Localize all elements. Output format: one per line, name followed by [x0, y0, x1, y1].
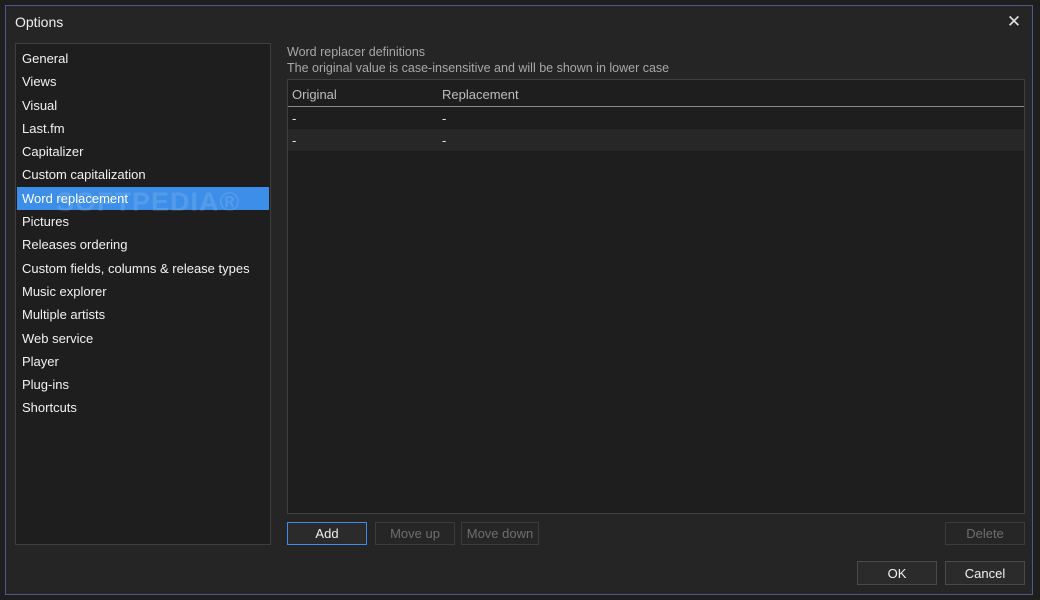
title-bar: Options ✕ [6, 6, 1032, 38]
nav-item-multiple-artists[interactable]: Multiple artists [17, 303, 269, 326]
nav-item-general[interactable]: General [17, 47, 269, 70]
word-replacer-table: Original Replacement - - - - [287, 79, 1025, 514]
cell-original[interactable]: - [292, 133, 296, 148]
dialog-title: Options [15, 14, 64, 30]
nav-item-custom-capitalization[interactable]: Custom capitalization [17, 163, 269, 186]
table-header: Original Replacement [288, 80, 1024, 107]
nav-item-web-service[interactable]: Web service [17, 327, 269, 350]
nav-item-custom-fields[interactable]: Custom fields, columns & release types [17, 257, 269, 280]
nav-item-visual[interactable]: Visual [17, 94, 269, 117]
close-icon[interactable]: ✕ [1002, 10, 1026, 34]
nav-item-shortcuts[interactable]: Shortcuts [17, 396, 269, 419]
nav-item-capitalizer[interactable]: Capitalizer [17, 140, 269, 163]
column-header-replacement[interactable]: Replacement [442, 87, 519, 102]
table-row[interactable]: - - [288, 129, 1024, 151]
nav-item-word-replacement[interactable]: Word replacement [17, 187, 269, 210]
section-description: The original value is case-insensitive a… [287, 61, 670, 75]
nav-item-views[interactable]: Views [17, 70, 269, 93]
ok-button[interactable]: OK [857, 561, 937, 585]
nav-item-releases-ordering[interactable]: Releases ordering [17, 233, 269, 256]
nav-item-plug-ins[interactable]: Plug-ins [17, 373, 269, 396]
nav-item-pictures[interactable]: Pictures [17, 210, 269, 233]
column-header-original[interactable]: Original [292, 87, 337, 102]
section-heading: Word replacer definitions [287, 45, 426, 59]
cell-replacement[interactable]: - [442, 111, 446, 126]
delete-button[interactable]: Delete [945, 522, 1025, 545]
move-down-button[interactable]: Move down [461, 522, 539, 545]
cell-original[interactable]: - [292, 111, 296, 126]
cell-replacement[interactable]: - [442, 133, 446, 148]
move-up-button[interactable]: Move up [375, 522, 455, 545]
options-category-list: General Views Visual Last.fm Capitalizer… [15, 43, 271, 545]
table-row[interactable]: - - [288, 107, 1024, 129]
options-dialog: Options ✕ General Views Visual Last.fm C… [5, 5, 1033, 595]
nav-item-lastfm[interactable]: Last.fm [17, 117, 269, 140]
nav-item-music-explorer[interactable]: Music explorer [17, 280, 269, 303]
add-button[interactable]: Add [287, 522, 367, 545]
nav-item-player[interactable]: Player [17, 350, 269, 373]
cancel-button[interactable]: Cancel [945, 561, 1025, 585]
